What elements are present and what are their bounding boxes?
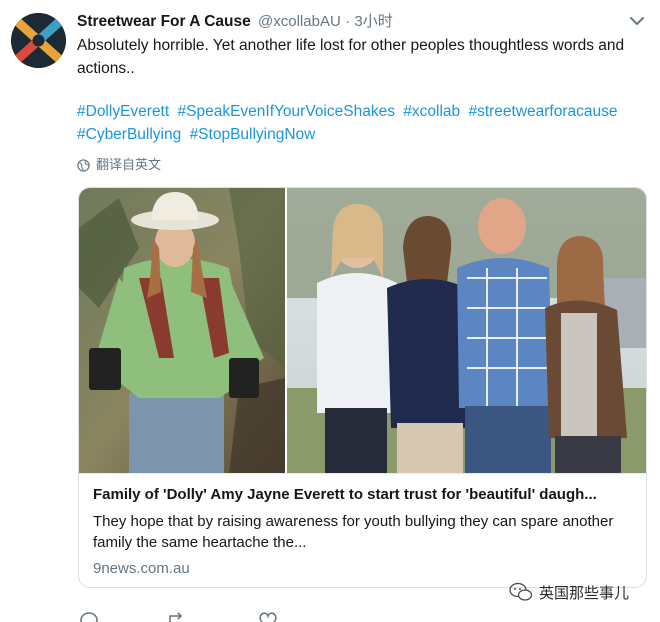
translate-label: 翻译自英文 xyxy=(96,157,162,172)
chevron-down-icon[interactable] xyxy=(628,14,646,28)
heart-icon[interactable] xyxy=(257,610,279,622)
author-handle[interactable]: @xcollabAU xyxy=(258,13,341,30)
card-title[interactable]: Family of 'Dolly' Amy Jayne Everett to s… xyxy=(93,485,634,505)
hashtag-list: #DollyEverett #SpeakEvenIfYourVoiceShake… xyxy=(77,100,652,146)
translate-link[interactable]: 翻译自英文 xyxy=(77,155,161,175)
wechat-icon xyxy=(509,582,533,601)
card-text[interactable]: Family of 'Dolly' Amy Jayne Everett to s… xyxy=(79,473,646,587)
hashtag-link[interactable]: #xcollab xyxy=(403,103,460,120)
watermark-text: 英国那些事儿 xyxy=(539,584,630,602)
author-name[interactable]: Streetwear For A Cause xyxy=(77,13,251,30)
tweet-header: Streetwear For A Cause @xcollabAU · 3小时 xyxy=(77,11,617,33)
action-bar xyxy=(77,610,337,622)
hashtag-link[interactable]: #StopBullyingNow xyxy=(190,126,316,143)
card-domain: 9news.com.au xyxy=(93,560,190,577)
tweet[interactable]: Streetwear For A Cause @xcollabAU · 3小时 … xyxy=(0,0,660,622)
watermark: 英国那些事儿 xyxy=(509,581,629,603)
hashtag-link[interactable]: #CyberBullying xyxy=(77,126,181,143)
link-card[interactable]: Family of 'Dolly' Amy Jayne Everett to s… xyxy=(78,187,647,588)
hashtag-link[interactable]: #streetwearforacause xyxy=(468,103,617,120)
xcollab-logo-icon xyxy=(11,13,66,68)
reply-icon[interactable] xyxy=(79,610,101,622)
hashtag-link[interactable]: #SpeakEvenIfYourVoiceShakes xyxy=(178,103,395,120)
globe-icon xyxy=(77,158,90,172)
tweet-text: Absolutely horrible. Yet another life lo… xyxy=(77,37,625,77)
card-description: They hope that by raising awareness for … xyxy=(93,513,614,551)
tweet-timestamp[interactable]: 3小时 xyxy=(354,13,392,30)
card-photo-right xyxy=(287,188,646,473)
hashtag-link[interactable]: #DollyEverett xyxy=(77,103,169,120)
avatar[interactable] xyxy=(11,13,66,68)
separator-dot: · xyxy=(345,13,351,30)
card-photo-left xyxy=(79,188,285,473)
card-image[interactable] xyxy=(79,188,646,473)
retweet-icon[interactable] xyxy=(166,610,188,622)
